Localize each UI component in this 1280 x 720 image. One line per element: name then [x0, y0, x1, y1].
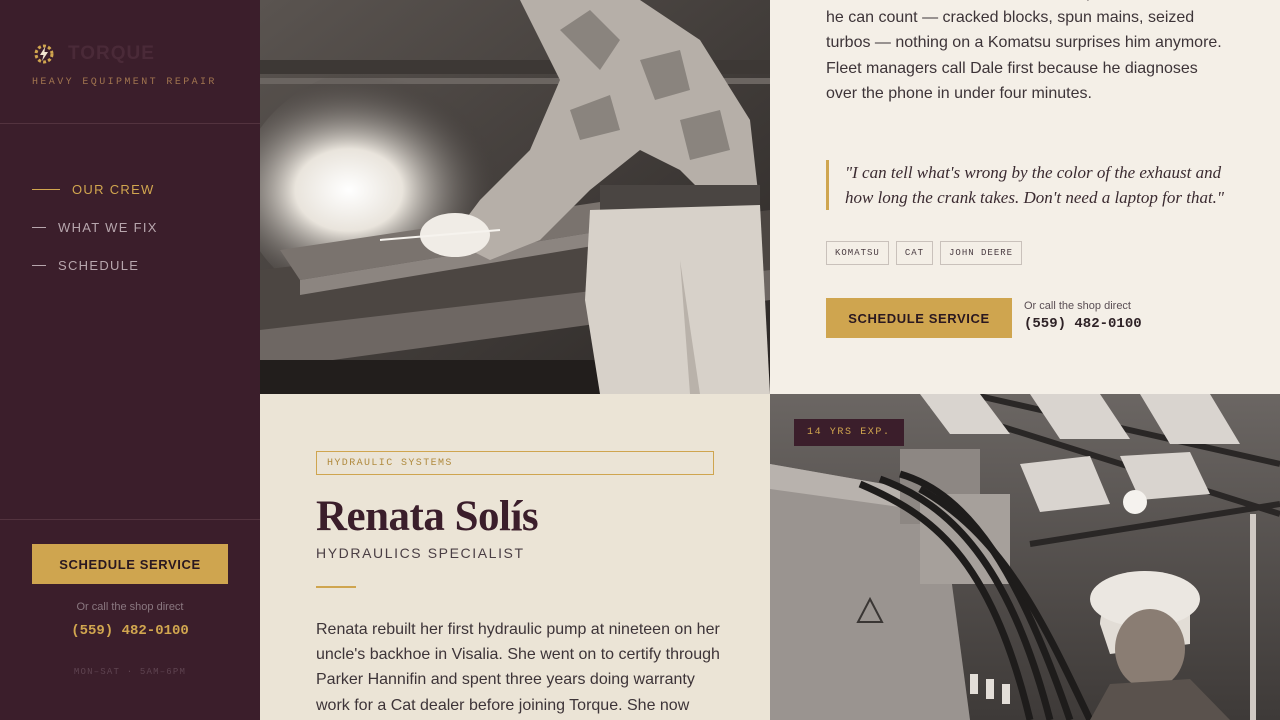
crew-role: HYDRAULICS SPECIALIST: [316, 545, 525, 561]
sidebar-schedule-button[interactable]: SCHEDULE SERVICE: [32, 544, 228, 584]
schedule-service-button[interactable]: SCHEDULE SERVICE: [826, 298, 1012, 338]
sidebar-hours: MON–SAT · 5AM–6PM: [73, 667, 187, 677]
brand-name: TORQUE: [68, 43, 155, 64]
call-shop-label: Or call the shop direct: [1024, 300, 1131, 312]
sidebar: TORQUE HEAVY EQUIPMENT REPAIR OUR CREW W…: [0, 0, 260, 720]
nav-indicator: [32, 188, 60, 190]
crew-bio: he's rebuilt more PC360 and PC490 powert…: [826, 0, 1222, 102]
crew-quote: "I can tell what's wrong by the color of…: [826, 160, 1236, 210]
nav-item-label: SCHEDULE: [58, 257, 140, 273]
nav-indicator: [32, 264, 46, 266]
specialty-tag: HYDRAULIC SYSTEMS: [316, 451, 714, 475]
crew-bio: Renata rebuilt her first hydraulic pump …: [316, 621, 720, 714]
sidebar-phone-link[interactable]: (559) 482-0100: [0, 623, 260, 639]
nav-item-schedule[interactable]: SCHEDULE: [32, 246, 158, 284]
crew-profile-renata: HYDRAULIC SYSTEMS Renata Solís HYDRAULIC…: [260, 394, 770, 720]
brand-tags: KOMATSU CAT JOHN DEERE: [826, 241, 1023, 265]
gear-bolt-icon: [34, 44, 54, 64]
crew-name: Renata Solís: [316, 493, 539, 540]
shop-phone-link[interactable]: (559) 482-0100: [1024, 316, 1142, 332]
welder-photo: [260, 0, 770, 394]
nav-item-label: WHAT WE FIX: [58, 219, 158, 235]
nav-item-our-crew[interactable]: OUR CREW: [32, 170, 158, 208]
nav-indicator: [32, 226, 46, 228]
tag-komatsu: KOMATSU: [826, 241, 889, 265]
brand-tagline: HEAVY EQUIPMENT REPAIR: [32, 77, 217, 88]
sidebar-call-label: Or call the shop direct: [76, 601, 184, 613]
nav-item-what-we-fix[interactable]: WHAT WE FIX: [32, 208, 158, 246]
nav-item-label: OUR CREW: [72, 181, 155, 197]
sidebar-divider: [0, 519, 260, 520]
tag-cat: CAT: [895, 241, 934, 265]
accent-divider: [316, 586, 356, 588]
sidebar-divider: [0, 123, 260, 124]
experience-badge: 14 YRS EXP.: [794, 419, 904, 446]
crew-profile-dale: he's rebuilt more PC360 and PC490 powert…: [770, 0, 1280, 394]
main-nav: OUR CREW WHAT WE FIX SCHEDULE: [32, 170, 158, 284]
brand-logo[interactable]: TORQUE: [32, 42, 155, 66]
tag-john-deere: JOHN DEERE: [940, 241, 1023, 265]
